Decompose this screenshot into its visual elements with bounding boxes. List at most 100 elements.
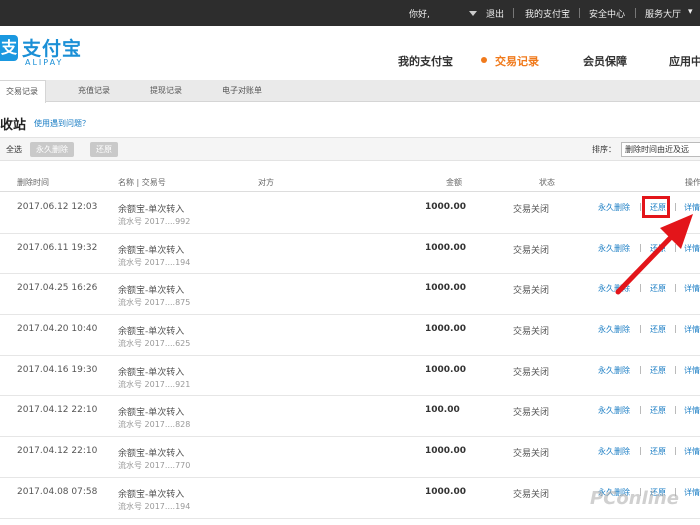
row-amount: 100.00 [425, 405, 460, 416]
table-row: 2017.04.12 22:10 余额宝-单次转入 流水号 2017....77… [0, 437, 700, 478]
permanent-delete-button[interactable]: 永久删除 [30, 142, 74, 157]
row-restore-link[interactable]: 还原 [650, 365, 666, 376]
row-date: 2017.04.12 22:10 [17, 446, 98, 457]
row-restore-link[interactable]: 还原 [650, 405, 666, 416]
caret-down-icon[interactable] [469, 11, 477, 16]
row-status: 交易关闭 [513, 367, 550, 378]
help-link[interactable]: 使用遇到问题？ [34, 118, 90, 129]
row-date: 2017.04.25 16:26 [17, 283, 98, 294]
row-serial: 流水号 2017....770 [118, 461, 191, 471]
restore-button[interactable]: 还原 [90, 142, 118, 157]
row-detail-link[interactable]: 详情 [684, 324, 700, 335]
row-restore-link[interactable]: 还原 [650, 283, 666, 294]
row-permanent-delete-link[interactable]: 永久删除 [598, 202, 630, 213]
row-name: 余额宝-单次转入 [118, 367, 185, 378]
logo-text[interactable]: 支付宝 [22, 34, 82, 61]
divider: | [674, 283, 677, 293]
row-restore-link[interactable]: 还原 [650, 446, 666, 457]
chevron-down-icon[interactable]: ▾ [688, 7, 693, 17]
top-bar: 你好, 退出 我的支付宝 安全中心 服务大厅 ▾ [0, 0, 700, 26]
row-serial: 流水号 2017....194 [118, 501, 191, 511]
divider: | [639, 446, 642, 456]
row-name: 余额宝-单次转入 [118, 449, 185, 460]
row-amount: 1000.00 [425, 446, 466, 457]
row-status: 交易关闭 [513, 408, 550, 419]
row-name: 余额宝-单次转入 [118, 327, 185, 338]
table-body: 2017.06.12 12:03 余额宝-单次转入 流水号 2017....99… [0, 193, 700, 519]
row-detail-link[interactable]: 详情 [684, 243, 700, 254]
select-all-checkbox[interactable]: 全选 [6, 144, 22, 155]
row-permanent-delete-link[interactable]: 永久删除 [598, 446, 630, 457]
logout-link[interactable]: 退出 [486, 7, 504, 20]
table-row: 2017.04.25 16:26 余额宝-单次转入 流水号 2017....87… [0, 274, 700, 316]
row-date: 2017.04.12 22:10 [17, 405, 98, 416]
watermark: PConline [590, 488, 679, 509]
nav-transactions[interactable]: 交易记录 [495, 53, 539, 69]
table-header: 删除时间 名称 | 交易号 对方 金额 状态 操作 [0, 172, 700, 192]
alipay-logo-icon[interactable]: 支 [0, 35, 18, 61]
row-name: 余额宝-单次转入 [118, 408, 185, 419]
nav-apps[interactable]: 应用中 [669, 53, 700, 69]
row-permanent-delete-link[interactable]: 永久删除 [598, 324, 630, 335]
row-detail-link[interactable]: 详情 [684, 283, 700, 294]
col-counterparty: 对方 [258, 178, 274, 187]
row-permanent-delete-link[interactable]: 永久删除 [598, 243, 630, 254]
col-actions: 操作 [685, 178, 700, 187]
tab-recharge[interactable]: 充值记录 [78, 80, 110, 102]
toolbar: 全选 永久删除 还原 排序： 删除时间由近及远 [0, 137, 700, 161]
row-name: 余额宝-单次转入 [118, 286, 185, 297]
row-amount: 1000.00 [425, 202, 466, 212]
table-row: 2017.06.12 12:03 余额宝-单次转入 流水号 2017....99… [0, 193, 700, 234]
table-row: 2017.04.20 10:40 余额宝-单次转入 流水号 2017....62… [0, 315, 700, 356]
divider: | [674, 405, 677, 415]
row-date: 2017.06.12 12:03 [17, 202, 98, 212]
row-status: 交易关闭 [513, 286, 550, 297]
tab-transactions[interactable]: 交易记录 [0, 80, 46, 103]
col-amount: 金额 [446, 178, 462, 187]
logo-subtitle: ALIPAY [25, 58, 64, 67]
row-status: 交易关闭 [513, 245, 550, 256]
tab-withdraw[interactable]: 提现记录 [150, 80, 182, 102]
divider: | [674, 446, 677, 456]
row-serial: 流水号 2017....828 [118, 420, 191, 430]
divider: | [674, 242, 677, 252]
divider: | [639, 405, 642, 415]
highlight-box [642, 196, 670, 218]
tab-statement[interactable]: 电子对账单 [222, 80, 262, 102]
row-detail-link[interactable]: 详情 [684, 446, 700, 457]
row-detail-link[interactable]: 详情 [684, 202, 700, 213]
row-serial: 流水号 2017....992 [118, 217, 191, 226]
my-alipay-link[interactable]: 我的支付宝 [525, 7, 570, 20]
row-date: 2017.04.16 19:30 [17, 364, 98, 375]
row-restore-link[interactable]: 还原 [650, 324, 666, 335]
row-detail-link[interactable]: 详情 [684, 365, 700, 376]
nav-my-alipay[interactable]: 我的支付宝 [398, 53, 453, 69]
row-status: 交易关闭 [513, 327, 550, 338]
row-name: 余额宝-单次转入 [118, 245, 185, 256]
row-serial: 流水号 2017....875 [118, 298, 191, 308]
divider: | [674, 202, 677, 211]
row-amount: 1000.00 [425, 486, 466, 497]
row-permanent-delete-link[interactable]: 永久删除 [598, 365, 630, 376]
security-center-link[interactable]: 安全中心 [589, 7, 625, 20]
divider [579, 8, 580, 18]
divider: | [639, 324, 642, 334]
row-serial: 流水号 2017....921 [118, 379, 191, 389]
divider: | [674, 324, 677, 334]
sort-select[interactable]: 删除时间由近及远 [621, 142, 700, 157]
nav-member-protection[interactable]: 会员保障 [583, 53, 627, 69]
sub-tabs: 交易记录 充值记录 提现记录 电子对账单 [0, 80, 700, 103]
row-status: 交易关闭 [513, 205, 550, 215]
row-permanent-delete-link[interactable]: 永久删除 [598, 283, 630, 294]
row-detail-link[interactable]: 详情 [684, 487, 700, 498]
site-header: 支 支付宝 ALIPAY 我的支付宝 交易记录 会员保障 应用中 [0, 26, 700, 80]
row-restore-link[interactable]: 还原 [650, 243, 666, 254]
row-detail-link[interactable]: 详情 [684, 405, 700, 416]
divider: | [674, 364, 677, 374]
row-amount: 1000.00 [425, 324, 466, 335]
col-delete-time: 删除时间 [17, 178, 49, 187]
service-hall-link[interactable]: 服务大厅 [645, 7, 681, 20]
row-permanent-delete-link[interactable]: 永久删除 [598, 405, 630, 416]
row-date: 2017.04.08 07:58 [17, 486, 98, 497]
divider [635, 8, 636, 18]
